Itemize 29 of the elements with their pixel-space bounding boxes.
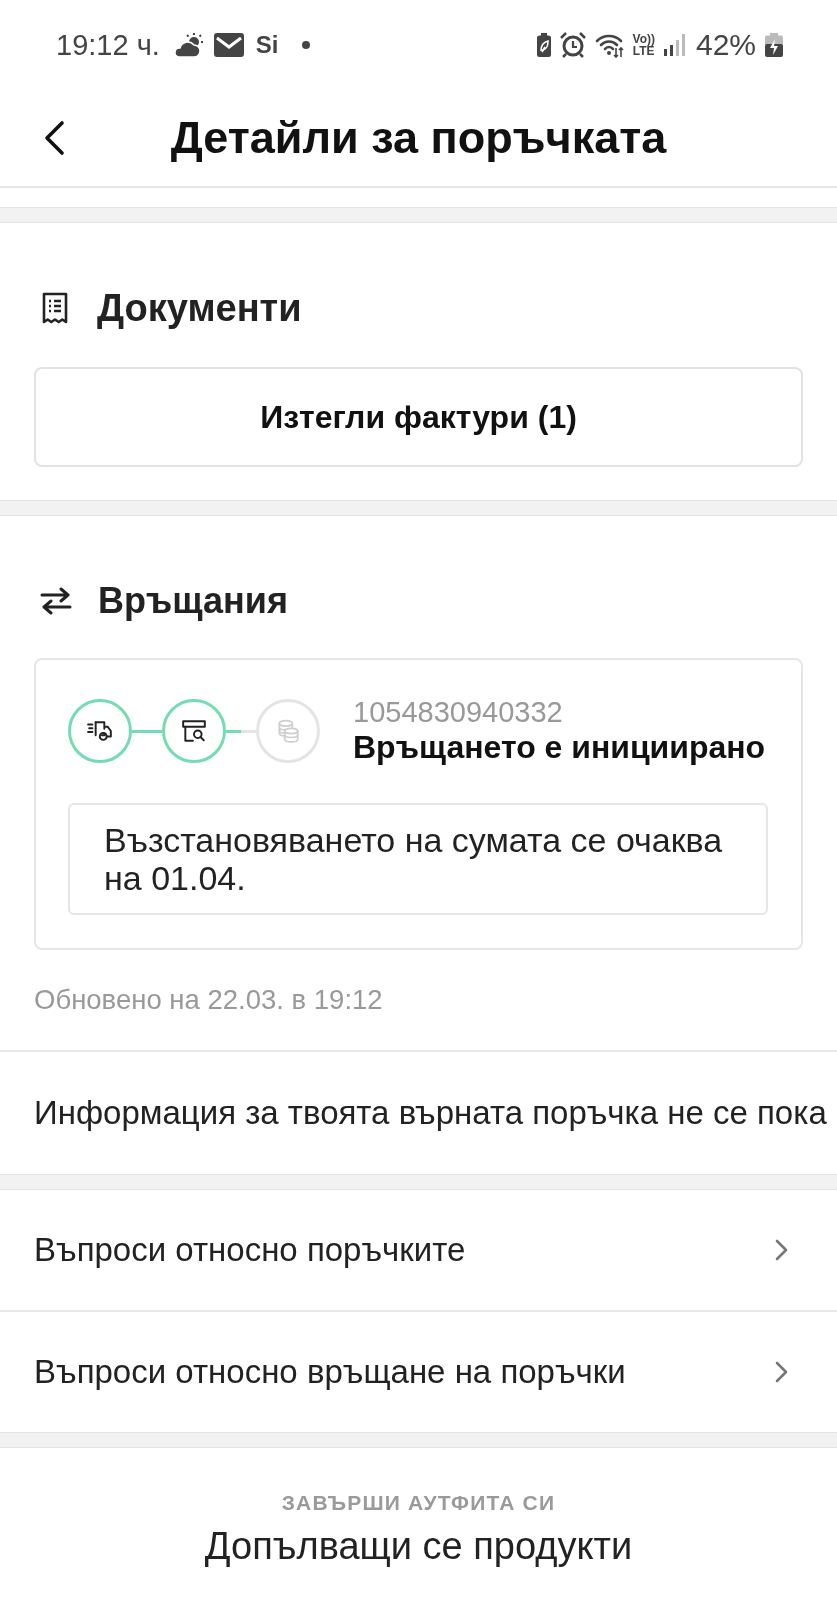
updated-time: Обновено на 22.03. в 19:12 [34,984,384,1015]
section-title: Документи [97,286,302,330]
battery-saver-icon [536,33,551,57]
lte-label: LTE [632,45,655,57]
download-invoices-button[interactable]: Изтегли фактури (1) [34,367,803,467]
battery-charging-icon [765,33,783,57]
section-title: Връщания [98,579,288,623]
receipt-icon [41,292,69,324]
status-time: 19:12 ч. [56,28,160,62]
mail-icon [213,33,244,57]
chevron-right-icon [775,1361,788,1383]
wifi-icon [594,32,624,58]
info-text: Информация за твоята върната поръчка не се пока [34,1094,827,1132]
refund-message: Възстановяването на сумата се очаква на 01.04. [68,803,768,915]
battery-percent: 42% [695,28,756,62]
back-button[interactable] [42,120,66,156]
return-status: Връщането е инициирано [353,729,766,766]
notification-dot-icon [302,41,311,49]
signal-icon [663,34,685,56]
page-title: Детайли за поръчката [170,112,667,164]
swap-arrows-icon [40,587,72,615]
section-title: Допълващи се продукти [203,1524,634,1568]
alarm-icon [559,32,586,58]
section-eyebrow: ЗАВЪРШИ АУТФИТА СИ [280,1490,557,1516]
return-number: 1054830940332 [353,696,564,729]
chevron-right-icon [775,1239,788,1261]
chevron-left-icon [42,120,66,156]
app-notification-label: Si [255,31,279,59]
volte-label: Vo)) [632,33,655,45]
